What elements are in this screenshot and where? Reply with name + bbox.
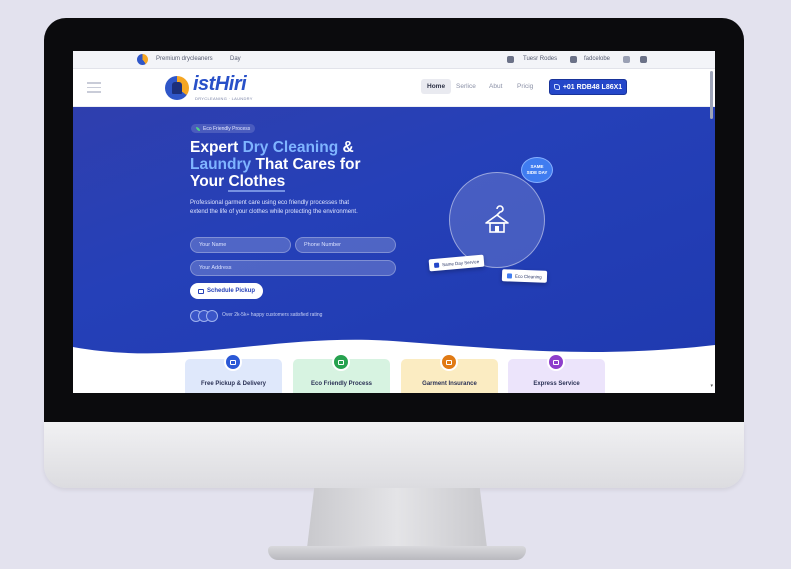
nav-services[interactable]: Serlice xyxy=(456,83,476,90)
eco-badge: Eco Friendly Process xyxy=(191,124,256,133)
check-icon xyxy=(506,272,513,279)
hero-section: Eco Friendly Process Expert Dry Cleaning… xyxy=(73,107,715,357)
clock-icon xyxy=(507,56,514,63)
page-scrollbar[interactable] xyxy=(710,71,713,119)
brand-logo-text[interactable]: istHiri xyxy=(193,73,247,96)
feature-card[interactable]: Express Service xyxy=(508,353,605,393)
social-icon-1[interactable] xyxy=(623,56,630,63)
name-field[interactable]: Your Name xyxy=(190,237,291,253)
customer-avatars xyxy=(190,310,218,322)
phone-field[interactable]: Phone Number xyxy=(295,237,396,253)
topbar-day: Day xyxy=(230,56,241,62)
headline-highlight: Dry Cleaning xyxy=(242,139,339,156)
website-screen: Premium drycleaners Day Tuesr Rodes fadc… xyxy=(73,51,715,393)
feature-label: Free Pickup & Delivery xyxy=(200,381,267,387)
same-day-card: Same Day Service xyxy=(428,254,485,272)
feature-label: Express Service xyxy=(533,381,580,387)
brand-logo-icon[interactable] xyxy=(165,76,189,100)
trust-text: Over 2k-5k+ happy customers satisfied ra… xyxy=(222,312,323,318)
chip-line: SIDE DAY xyxy=(526,170,548,175)
topbar-item-contact[interactable]: fadcelobe xyxy=(584,56,610,62)
nav-home[interactable]: Home xyxy=(421,79,452,94)
headline-part: Expert xyxy=(190,139,243,156)
hero-description: Professional garment care using eco frie… xyxy=(190,200,358,215)
headline-underlined: Clothes xyxy=(228,173,286,192)
eco-badge-label: Eco Friendly Process xyxy=(203,125,251,132)
feature-card[interactable]: Garment Insurance xyxy=(401,353,498,393)
monitor-stand xyxy=(307,488,487,548)
mail-icon xyxy=(570,56,577,63)
calendar-icon xyxy=(197,288,204,294)
feature-icon xyxy=(547,353,565,371)
monitor-chin xyxy=(44,422,744,488)
monitor-stand-base xyxy=(268,546,526,560)
leaf-icon xyxy=(196,126,200,131)
scroll-down-icon[interactable]: ▾ xyxy=(710,383,713,389)
feature-card[interactable]: Eco Friendly Process xyxy=(293,353,390,393)
main-navbar: istHiri DRYCLEANING · LAUNDRY Home Serli… xyxy=(73,69,715,107)
phone-icon xyxy=(553,84,560,90)
hanger-icon xyxy=(485,205,509,233)
avatar xyxy=(206,310,218,322)
hero-wave xyxy=(73,339,715,369)
feature-icon xyxy=(440,353,458,371)
feature-icon xyxy=(224,353,242,371)
menu-icon[interactable] xyxy=(87,82,101,93)
address-field[interactable]: Your Address xyxy=(190,260,396,276)
call-button[interactable]: +01 RDB48 L86X1 xyxy=(549,79,627,95)
topbar-tagline: Premium drycleaners xyxy=(156,56,213,62)
nav-about[interactable]: Abut xyxy=(489,83,502,90)
social-icon-2[interactable] xyxy=(640,56,647,63)
headline-part: & xyxy=(338,139,354,156)
eco-card: Eco Cleaning xyxy=(501,269,547,283)
headline-highlight: Laundry xyxy=(190,156,252,173)
same-day-chip: SAME SIDE DAY xyxy=(521,157,553,183)
feature-card[interactable]: Free Pickup & Delivery xyxy=(185,353,282,393)
top-utility-bar: Premium drycleaners Day Tuesr Rodes fadc… xyxy=(73,51,715,69)
hero-headline: Expert Dry Cleaning & Laundry That Cares… xyxy=(190,139,390,192)
feature-icon xyxy=(332,353,350,371)
schedule-pickup-label: Schedule Pickup xyxy=(206,288,255,294)
feature-label: Garment Insurance xyxy=(422,381,477,387)
feature-label: Eco Friendly Process xyxy=(310,381,373,387)
topbar-item-hours: Tuesr Rodes xyxy=(523,56,558,62)
nav-pricing[interactable]: Pricig xyxy=(517,83,533,90)
eco-card-label: Eco Cleaning xyxy=(514,273,542,280)
truck-icon xyxy=(433,262,440,268)
brand-logo-subtitle: DRYCLEANING · LAUNDRY xyxy=(195,96,253,101)
mini-logo-icon xyxy=(137,54,148,65)
same-day-card-label: Same Day Service xyxy=(441,258,480,267)
call-button-label: +01 RDB48 L86X1 xyxy=(562,83,623,91)
schedule-pickup-button[interactable]: Schedule Pickup xyxy=(190,283,263,299)
